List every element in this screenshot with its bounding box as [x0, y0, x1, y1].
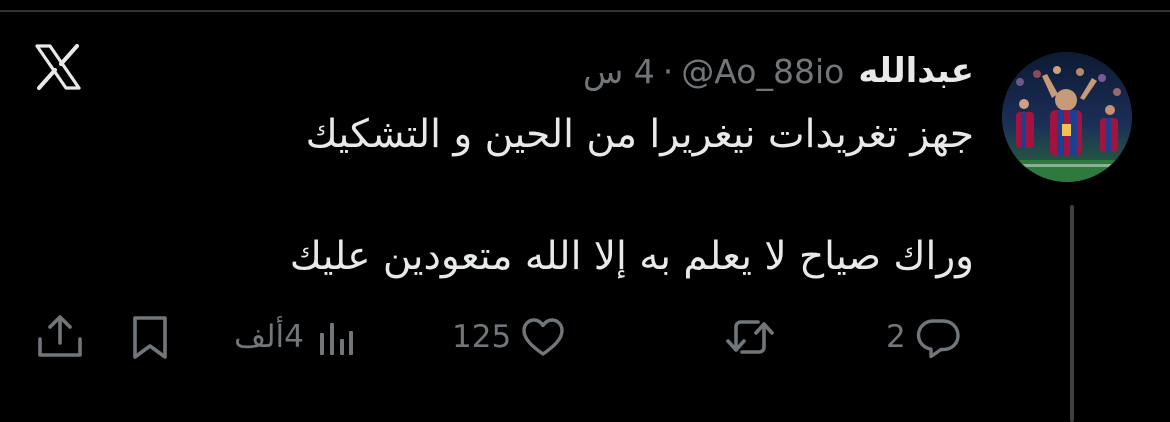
avatar[interactable] — [1002, 52, 1132, 182]
author-handle[interactable]: @Ao_88io — [681, 52, 844, 91]
reply-icon — [914, 313, 962, 361]
views-button[interactable]: 4ألف — [234, 312, 356, 362]
bookmark-button[interactable] — [128, 312, 172, 362]
x-logo-icon[interactable] — [34, 43, 82, 91]
retweet-button[interactable] — [724, 312, 776, 362]
tweet-text-line-1: جهز تغريدات نيغريرا من الحين و التشكيك — [305, 112, 974, 157]
bookmark-icon — [128, 313, 172, 361]
avatar-photo — [1002, 52, 1132, 182]
like-button[interactable]: 125 — [452, 312, 567, 362]
share-button[interactable] — [34, 312, 86, 362]
author-name[interactable]: عبدالله — [858, 51, 974, 91]
tweet-header: عبدالله @Ao_88io · 4 س — [583, 46, 974, 96]
reply-count: 2 — [886, 319, 906, 355]
thread-line — [1070, 205, 1074, 422]
tweet-text-line-2: وراك صياح لا يعلم به إلا الله متعودين عل… — [289, 234, 974, 279]
retweet-icon — [724, 313, 776, 361]
views-bar-chart-icon — [316, 313, 356, 361]
share-icon — [34, 313, 86, 361]
like-count: 125 — [452, 319, 512, 355]
separator-dot: · — [662, 51, 674, 91]
views-count: 4ألف — [234, 319, 304, 355]
heart-icon — [519, 313, 567, 361]
top-divider — [0, 10, 1170, 12]
reply-button[interactable]: 2 — [886, 312, 962, 362]
timestamp[interactable]: 4 س — [583, 52, 655, 91]
